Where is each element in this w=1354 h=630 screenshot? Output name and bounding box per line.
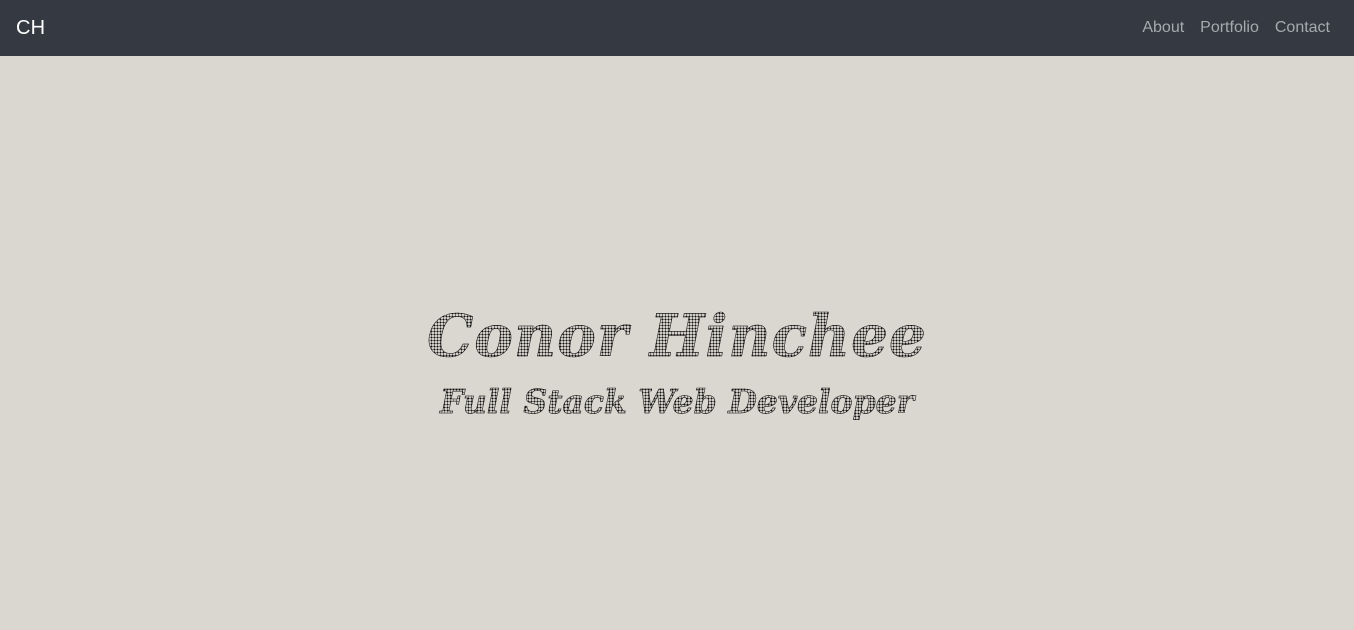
- nav-link-contact[interactable]: Contact: [1267, 12, 1338, 44]
- nav-link-portfolio[interactable]: Portfolio: [1192, 12, 1267, 44]
- hero-section: Conor Hinchee Full Stack Web Developer: [0, 56, 1354, 630]
- nav-links: About Portfolio Contact: [1134, 12, 1338, 44]
- brand-logo-link[interactable]: CH: [16, 18, 45, 38]
- hero-subtitle: Full Stack Web Developer: [439, 381, 915, 421]
- nav-link-about[interactable]: About: [1134, 12, 1192, 44]
- top-navbar: CH About Portfolio Contact: [0, 0, 1354, 56]
- hero-title: Conor Hinchee: [427, 301, 927, 370]
